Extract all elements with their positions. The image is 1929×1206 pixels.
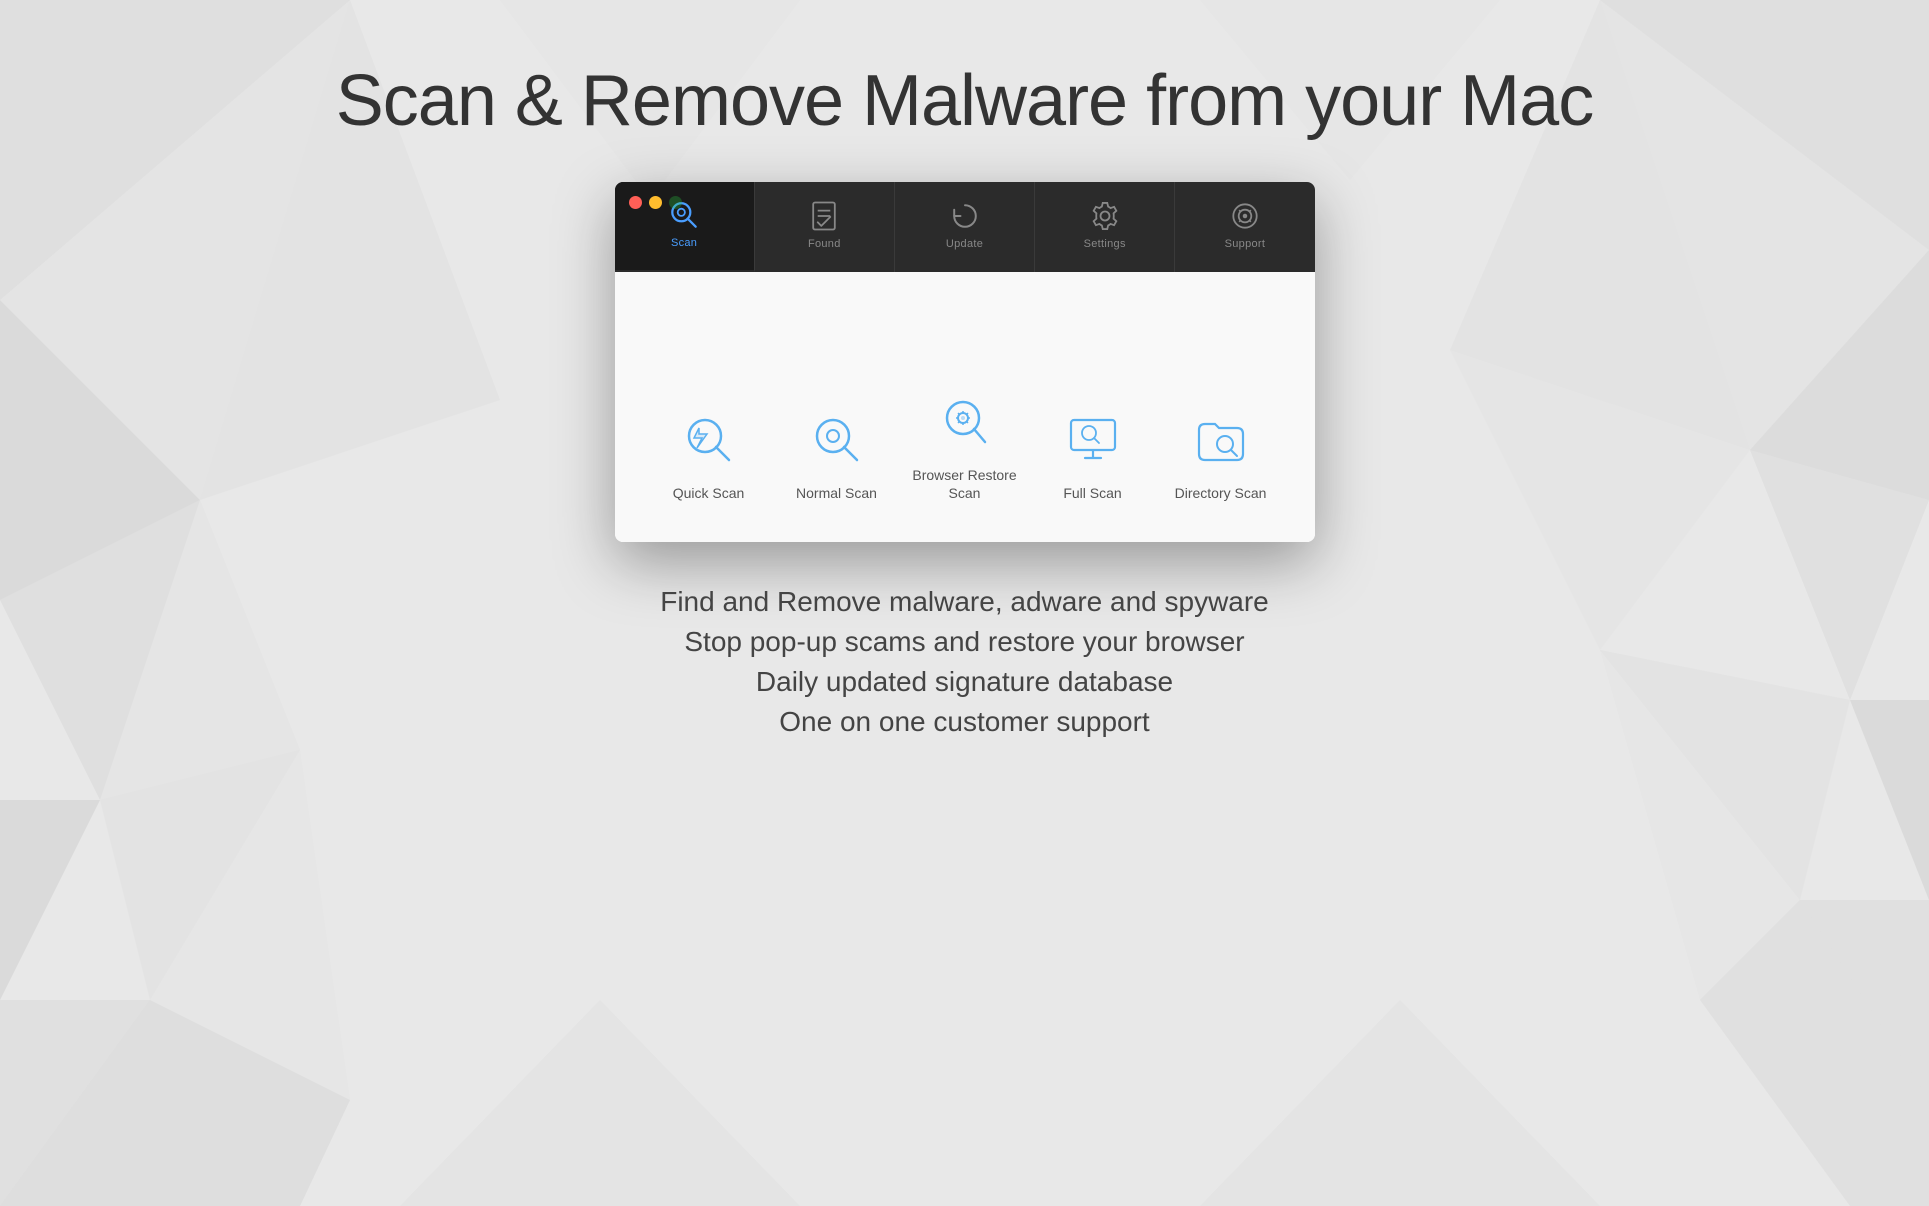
directory-scan-icon: [1189, 408, 1253, 472]
normal-scan-label: Normal Scan: [796, 484, 877, 502]
tab-found-label: Found: [808, 238, 841, 250]
tab-found[interactable]: Found: [755, 182, 895, 272]
tab-support[interactable]: Support: [1175, 182, 1314, 272]
app-window: Scan Found Update: [615, 182, 1315, 542]
browser-restore-scan-icon: [933, 390, 997, 454]
tab-update[interactable]: Update: [895, 182, 1035, 272]
quick-scan-label: Quick Scan: [673, 484, 745, 502]
close-button[interactable]: [629, 196, 642, 209]
directory-scan-option[interactable]: Directory Scan: [1166, 408, 1276, 502]
minimize-button[interactable]: [649, 196, 662, 209]
tab-update-label: Update: [946, 238, 983, 250]
full-scan-label: Full Scan: [1063, 484, 1121, 502]
browser-restore-scan-label: Browser Restore Scan: [910, 466, 1020, 502]
normal-scan-option[interactable]: Normal Scan: [782, 408, 892, 502]
feature-4: One on one customer support: [779, 706, 1149, 738]
browser-restore-scan-option[interactable]: Browser Restore Scan: [910, 390, 1020, 502]
feature-1: Find and Remove malware, adware and spyw…: [660, 586, 1269, 618]
feature-3: Daily updated signature database: [756, 666, 1173, 698]
page-headline: Scan & Remove Malware from your Mac: [336, 60, 1593, 142]
tab-support-label: Support: [1225, 238, 1266, 250]
normal-scan-icon: [805, 408, 869, 472]
feature-list: Find and Remove malware, adware and spyw…: [660, 586, 1269, 738]
directory-scan-label: Directory Scan: [1175, 484, 1267, 502]
full-scan-option[interactable]: Full Scan: [1038, 408, 1148, 502]
quick-scan-icon: [677, 408, 741, 472]
feature-2: Stop pop-up scams and restore your brows…: [684, 626, 1244, 658]
toolbar: Scan Found Update: [615, 182, 1315, 272]
tab-settings-label: Settings: [1084, 238, 1126, 250]
maximize-button[interactable]: [669, 196, 682, 209]
quick-scan-option[interactable]: Quick Scan: [654, 408, 764, 502]
tab-scan-label: Scan: [671, 237, 697, 249]
full-scan-icon: [1061, 408, 1125, 472]
app-content: Quick Scan Normal Scan: [615, 272, 1315, 542]
tab-settings[interactable]: Settings: [1035, 182, 1175, 272]
traffic-lights: [629, 196, 682, 209]
